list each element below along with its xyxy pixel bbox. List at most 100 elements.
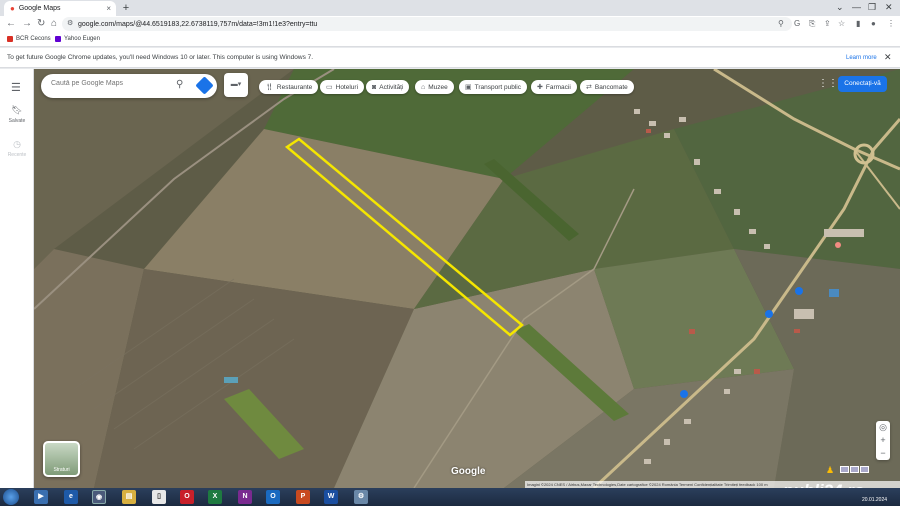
chip-activitati[interactable]: ◙ Activități: [366, 80, 410, 94]
windows-taskbar: ▶ e ◉ ▤ ▯ O X N O P W ⚙ 20.01.2024: [0, 488, 900, 506]
pharmacy-icon: ✚: [537, 84, 543, 91]
zoom-out-button[interactable]: −: [876, 447, 890, 460]
file-explorer-icon[interactable]: ▤: [122, 490, 136, 504]
bookmark-bcr[interactable]: BCR Cecons: [7, 36, 51, 42]
zoom-controls: ◎ + −: [876, 421, 890, 460]
onenote-icon[interactable]: N: [238, 490, 252, 504]
maximize-icon[interactable]: ❐: [868, 2, 876, 13]
camera-icon: ◙: [372, 83, 377, 91]
bus-icon: ▣: [465, 84, 472, 91]
chip-label: Muzee: [428, 83, 448, 91]
recent-label: Recente: [7, 152, 27, 158]
layers-toggle[interactable]: Straturi: [43, 441, 80, 477]
chip-label: Bancomate: [594, 83, 628, 91]
directions-icon[interactable]: [195, 76, 214, 95]
thumb-icon[interactable]: [850, 466, 859, 473]
chip-label: Restaurante: [276, 83, 313, 91]
google-logo: Google: [451, 466, 486, 477]
back-icon[interactable]: ←: [6, 18, 16, 29]
profile-avatar-icon[interactable]: ●: [871, 19, 876, 28]
new-tab-button[interactable]: +: [120, 2, 132, 14]
yahoo-icon: [55, 36, 61, 42]
tab-strip: ● Google Maps × + ⌄ — ❐ ✕: [0, 0, 900, 16]
search-input[interactable]: [51, 80, 171, 87]
taskbar-clock: 20.01.2024: [862, 497, 888, 503]
browser-toolbar: ← → ↻ ⌂ ⚙ google.com/maps/@44.6519183,22…: [0, 16, 900, 33]
tab-title: Google Maps: [18, 5, 61, 12]
hamburger-menu-icon[interactable]: ☰: [11, 81, 21, 94]
chip-hoteluri[interactable]: ▭ Hoteluri: [320, 80, 365, 94]
bed-icon: ▭: [326, 84, 333, 91]
bookmark-icon: 🔖︎: [11, 105, 23, 115]
chip-label: Activități: [379, 83, 404, 91]
translate-icon[interactable]: ⎘: [809, 19, 815, 29]
chip-muzee[interactable]: ⌂ Muzee: [415, 80, 454, 94]
forward-icon[interactable]: →: [22, 18, 32, 29]
maps-sidebar: ☰ 🔖︎ Salvate ◷ Recente: [0, 69, 34, 488]
sign-in-button[interactable]: Conectați-vă: [838, 76, 887, 92]
home-icon[interactable]: ⌂: [51, 18, 57, 29]
chip-farmacii[interactable]: ✚ Farmacii: [531, 80, 577, 94]
atm-icon: ⇄: [586, 84, 592, 91]
google-apps-icon[interactable]: ⋮⋮: [818, 78, 838, 89]
chip-transport-public[interactable]: ▣ Transport public: [459, 80, 527, 94]
app-icon[interactable]: ⚙: [354, 490, 368, 504]
imagery-thumbnails: [840, 466, 869, 473]
map-type-button[interactable]: ▬▾: [224, 73, 248, 97]
location-icon[interactable]: ⚲: [778, 19, 784, 28]
saved-button[interactable]: 🔖︎ Salvate: [0, 105, 34, 124]
bcr-icon: [7, 36, 13, 42]
maps-search-box: ⚲: [41, 74, 217, 98]
chip-label: Transport public: [474, 83, 521, 91]
thumb-icon[interactable]: [860, 466, 869, 473]
excel-icon[interactable]: X: [208, 490, 222, 504]
layers-stack-icon: ▬▾: [230, 81, 242, 88]
minimize-icon[interactable]: —: [852, 2, 861, 12]
tab-close-icon[interactable]: ×: [106, 4, 111, 13]
recent-button[interactable]: ◷ Recente: [0, 139, 34, 158]
chip-restaurante[interactable]: 🍴︎ Restaurante: [259, 80, 319, 94]
update-message: To get future Google Chrome updates, you…: [7, 54, 314, 61]
thumb-icon[interactable]: [840, 466, 849, 473]
reload-icon[interactable]: ↻: [37, 18, 45, 29]
media-player-icon[interactable]: ▶: [34, 490, 48, 504]
update-infobar: To get future Google Chrome updates, you…: [0, 48, 900, 68]
learn-more-link[interactable]: Learn more: [846, 55, 877, 61]
google-lens-icon[interactable]: G: [794, 19, 800, 28]
search-icon[interactable]: ⚲: [176, 79, 183, 90]
share-icon[interactable]: ⇪: [824, 19, 831, 28]
bookmark-label: Yahoo Eugen: [64, 36, 100, 42]
chip-bancomate[interactable]: ⇄ Bancomate: [580, 80, 634, 94]
site-info-icon[interactable]: ⚙: [67, 19, 73, 27]
chip-label: Hoteluri: [335, 83, 359, 91]
chrome-icon[interactable]: ◉: [92, 490, 106, 504]
history-icon: ◷: [13, 139, 21, 149]
zoom-in-button[interactable]: +: [876, 434, 890, 447]
powerpoint-icon[interactable]: P: [296, 490, 310, 504]
word-icon[interactable]: W: [324, 490, 338, 504]
bookmark-star-icon[interactable]: ☆: [838, 19, 845, 28]
bookmarks-bar: BCR Cecons Yahoo Eugen: [0, 33, 900, 47]
layers-label: Straturi: [53, 467, 70, 473]
url-text: google.com/maps/@44.6519183,22.6738119,7…: [78, 20, 318, 28]
bookmark-yahoo[interactable]: Yahoo Eugen: [55, 36, 100, 42]
fork-knife-icon: 🍴︎: [265, 84, 274, 91]
outlook-icon[interactable]: O: [266, 490, 280, 504]
address-bar[interactable]: ⚙ google.com/maps/@44.6519183,22.6738119…: [62, 17, 792, 31]
tab-google-maps[interactable]: ● Google Maps ×: [4, 1, 116, 16]
chevron-down-icon[interactable]: ⌄: [836, 2, 844, 13]
start-button[interactable]: [3, 489, 19, 505]
close-infobar-icon[interactable]: ✕: [884, 52, 892, 63]
saved-label: Salvate: [8, 118, 26, 124]
opera-icon[interactable]: O: [180, 490, 194, 504]
close-window-icon[interactable]: ✕: [885, 2, 893, 13]
map-imagery: [34, 69, 900, 488]
document-icon[interactable]: ▯: [152, 490, 166, 504]
menu-icon[interactable]: ⋮: [887, 19, 895, 28]
side-panel-icon[interactable]: ▮: [856, 19, 860, 28]
my-location-icon[interactable]: ◎: [876, 421, 890, 434]
internet-explorer-icon[interactable]: e: [64, 490, 78, 504]
chip-label: Farmacii: [545, 83, 571, 91]
satellite-map[interactable]: [34, 69, 900, 488]
pegman-icon[interactable]: ♟: [826, 465, 834, 476]
